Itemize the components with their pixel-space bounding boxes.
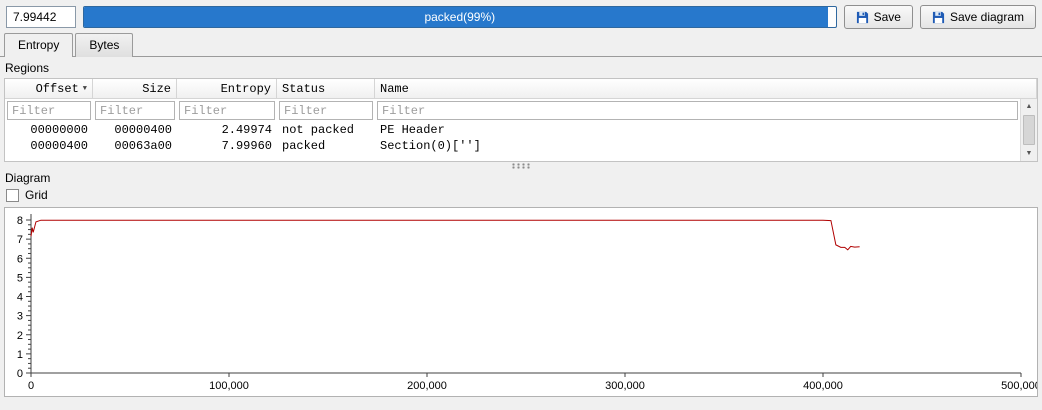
scrollbar-up-icon[interactable]: ▲ [1021, 99, 1037, 114]
svg-text:8: 8 [17, 215, 23, 227]
diagram-label: Diagram [5, 171, 51, 185]
scrollbar-thumb[interactable] [1023, 115, 1035, 145]
svg-text:6: 6 [17, 253, 23, 265]
column-header-name[interactable]: Name [375, 79, 1037, 98]
filter-input-name[interactable] [377, 101, 1018, 120]
total-entropy-field[interactable] [6, 6, 76, 28]
filter-input-offset[interactable] [7, 101, 91, 120]
cell-entropy: 7.99960 [221, 139, 272, 153]
svg-text:4: 4 [17, 292, 23, 304]
cell-status: not packed [282, 123, 355, 137]
column-header-offset-label: Offset [35, 81, 79, 96]
cell-name: PE Header [380, 123, 445, 137]
grid-checkbox-box[interactable] [6, 188, 19, 202]
svg-text:300,000: 300,000 [605, 380, 645, 392]
die-entropy-window: packed(99%) Save [0, 0, 1042, 401]
save-button-label: Save [873, 10, 901, 24]
table-scrollbar[interactable]: ▲ ▼ [1020, 99, 1037, 161]
svg-text:0: 0 [17, 368, 23, 380]
progress-label: packed(99%) [424, 10, 496, 24]
save-diagram-icon [932, 11, 945, 24]
splitter-handle[interactable] [4, 162, 1038, 170]
cell-name: Section(0)[''] [380, 139, 481, 153]
packed-progress-bar: packed(99%) [83, 6, 837, 28]
table-header-row: Offset ▼ Size Entropy Status Name [5, 79, 1037, 99]
tab-bytes[interactable]: Bytes [75, 33, 134, 57]
scrollbar-down-icon[interactable]: ▼ [1021, 146, 1037, 161]
cell-size: 00063a00 [114, 139, 172, 153]
column-header-offset[interactable]: Offset ▼ [5, 79, 93, 98]
tab-entropy[interactable]: Entropy [4, 33, 74, 57]
table-row[interactable]: 00000400 00063a00 7.99960 packed Section… [5, 138, 1020, 154]
cell-entropy: 2.49974 [221, 123, 272, 137]
svg-text:400,000: 400,000 [803, 380, 843, 392]
entropy-chart: 0 1 2 3 4 5 6 7 8 0 100,000 200,000 300,000 400,000 50… [4, 207, 1038, 397]
cell-offset: 00000000 [30, 123, 88, 137]
filter-input-entropy[interactable] [179, 101, 275, 120]
svg-text:0: 0 [28, 380, 34, 392]
cell-status: packed [282, 139, 326, 153]
svg-text:500,000: 500,000 [1001, 380, 1037, 392]
grid-checkbox-label: Grid [25, 188, 48, 202]
cell-offset: 00000400 [30, 139, 88, 153]
save-icon [856, 11, 869, 24]
svg-text:200,000: 200,000 [407, 380, 447, 392]
entropy-line-chart: 0 1 2 3 4 5 6 7 8 0 100,000 200,000 300,000 400,000 50… [17, 214, 1037, 392]
filter-row [5, 99, 1020, 122]
regions-table: Offset ▼ Size Entropy Status Name Filter… [4, 78, 1038, 162]
save-diagram-button[interactable]: Save diagram [919, 5, 1036, 29]
save-diagram-button-label: Save diagram [949, 10, 1024, 24]
filter-input-status[interactable] [279, 101, 373, 120]
sort-indicator-icon: ▼ [82, 84, 87, 93]
svg-text:100,000: 100,000 [209, 380, 249, 392]
column-header-status[interactable]: Status [277, 79, 375, 98]
column-header-size[interactable]: Size [93, 79, 177, 98]
splitter-grip-icon [511, 163, 531, 169]
save-button[interactable]: Save [843, 5, 913, 29]
cell-size: 00000400 [114, 123, 172, 137]
tab-bar: Entropy Bytes [0, 33, 1042, 57]
filter-input-size[interactable] [95, 101, 175, 120]
svg-text:1: 1 [17, 349, 23, 361]
grid-checkbox[interactable]: Grid [6, 188, 1038, 202]
toolbar: packed(99%) Save [0, 0, 1042, 33]
entropy-tab-content: Regions Offset ▼ Size Entropy Status Nam… [0, 56, 1042, 401]
svg-text:5: 5 [17, 272, 23, 284]
column-header-entropy[interactable]: Entropy [177, 79, 277, 98]
svg-text:2: 2 [17, 330, 23, 342]
svg-text:3: 3 [17, 311, 23, 323]
regions-label: Regions [5, 61, 50, 75]
svg-text:7: 7 [17, 234, 23, 246]
table-row[interactable]: 00000000 00000400 2.49974 not packed PE … [5, 122, 1020, 138]
